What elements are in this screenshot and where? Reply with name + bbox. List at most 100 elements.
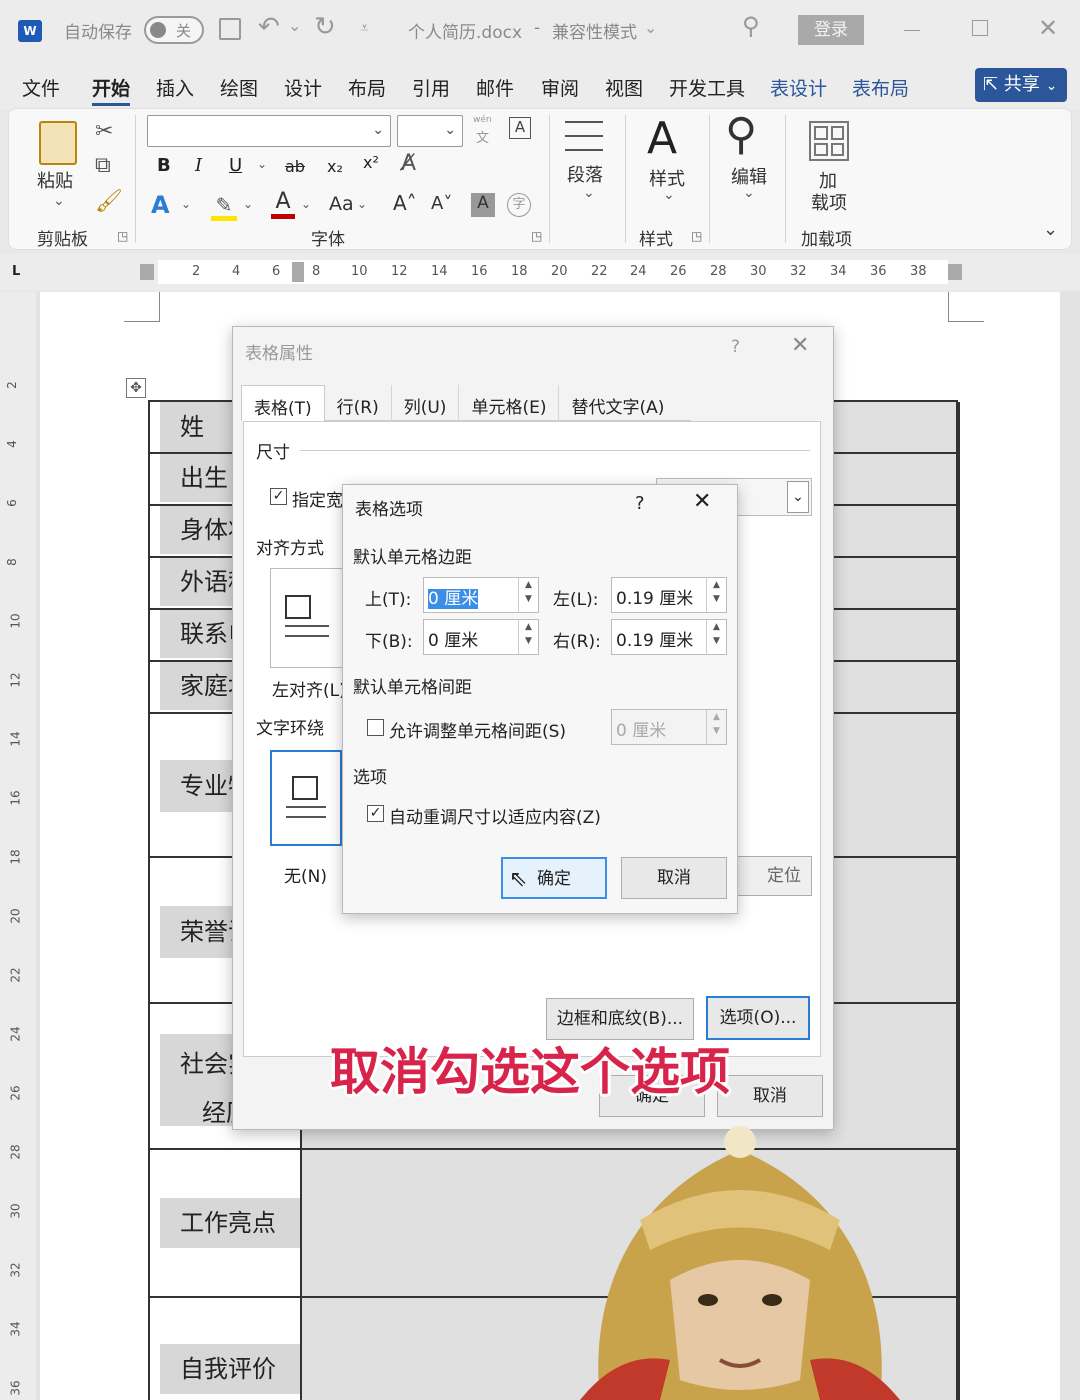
- help-icon[interactable]: ?: [731, 337, 740, 357]
- redo-icon[interactable]: ↻: [314, 12, 336, 42]
- grow-font-button[interactable]: A˄: [393, 191, 417, 215]
- share-button[interactable]: ⇱ 共享 ⌄: [975, 68, 1067, 102]
- align-left-option[interactable]: [270, 568, 346, 668]
- change-case-button[interactable]: Aa: [329, 193, 354, 215]
- shrink-font-button[interactable]: A˅: [431, 193, 452, 214]
- tab-developer[interactable]: 开发工具: [669, 74, 745, 101]
- vertical-ruler[interactable]: 2 4 6 8 10 12 14 16 18 20 22 24 26 28 30 32 34 36: [0, 292, 36, 1400]
- cancel-button[interactable]: 取消: [621, 857, 727, 899]
- maximize-icon[interactable]: [972, 20, 988, 36]
- chevron-down-icon[interactable]: ⌄: [743, 185, 755, 201]
- tab-file[interactable]: 文件: [22, 74, 60, 101]
- login-button[interactable]: 登录: [798, 15, 864, 45]
- font-name-dropdown[interactable]: ⌄: [147, 115, 391, 147]
- tab-layout[interactable]: 布局: [348, 74, 386, 101]
- undo-dropdown-icon[interactable]: ⌄: [288, 16, 301, 35]
- cut-icon[interactable]: ✂: [95, 119, 113, 144]
- paragraph-button[interactable]: 段落: [567, 161, 603, 187]
- chevron-down-icon[interactable]: ⌄: [663, 187, 675, 203]
- table-move-handle-icon[interactable]: ✥: [126, 378, 146, 398]
- tab-alt-text[interactable]: 替代文字(A): [559, 385, 676, 421]
- text-effects-icon[interactable]: A: [151, 191, 170, 219]
- tab-draw[interactable]: 绘图: [220, 74, 258, 101]
- tab-table-design[interactable]: 表设计: [770, 74, 827, 101]
- tab-view[interactable]: 视图: [605, 74, 643, 101]
- styles-launcher-icon[interactable]: ◳: [691, 229, 702, 243]
- tab-row[interactable]: 行(R): [325, 385, 392, 421]
- tab-review[interactable]: 审阅: [541, 74, 579, 101]
- paste-icon[interactable]: [39, 121, 77, 165]
- addins-icon[interactable]: [809, 121, 849, 161]
- quick-access-customize-icon[interactable]: ⩡: [360, 18, 369, 38]
- copy-icon[interactable]: ⧉: [95, 153, 111, 178]
- bottom-margin-input[interactable]: 0 厘米 ▲ ▼: [423, 619, 539, 655]
- collapse-ribbon-icon[interactable]: ⌄: [1043, 219, 1058, 240]
- font-color-icon[interactable]: A: [271, 189, 295, 219]
- character-border-icon[interactable]: A: [509, 117, 531, 139]
- paste-button[interactable]: 粘贴: [37, 167, 73, 193]
- ruler-indent-marker[interactable]: [292, 262, 304, 282]
- tab-column[interactable]: 列(U): [392, 385, 460, 421]
- specify-width-checkbox[interactable]: ✓: [270, 488, 287, 505]
- top-margin-spinner[interactable]: ▲ ▼: [518, 578, 538, 612]
- close-icon[interactable]: ✕: [791, 333, 809, 358]
- top-margin-input[interactable]: 0 厘米 ▲ ▼: [423, 577, 539, 613]
- styles-icon[interactable]: A: [647, 113, 677, 164]
- save-icon[interactable]: [219, 18, 241, 40]
- chevron-down-icon[interactable]: ⌄: [181, 197, 191, 211]
- text-lines-icon: [285, 625, 329, 637]
- font-size-dropdown[interactable]: ⌄: [397, 115, 463, 147]
- position-button[interactable]: 定位(P)...: [732, 856, 812, 896]
- chevron-down-icon[interactable]: ⌄: [357, 197, 367, 211]
- tab-table[interactable]: 表格(T): [241, 385, 325, 421]
- paste-chevron-icon[interactable]: ⌄: [53, 193, 65, 209]
- chevron-down-icon[interactable]: ⌄: [243, 197, 253, 211]
- undo-icon[interactable]: ↶: [258, 12, 280, 42]
- minimize-icon[interactable]: [904, 30, 920, 31]
- clear-formatting-icon[interactable]: A̸: [401, 151, 416, 176]
- superscript-button[interactable]: x²: [363, 153, 379, 172]
- underline-chevron-icon[interactable]: ⌄: [257, 157, 267, 171]
- tab-insert[interactable]: 插入: [156, 74, 194, 101]
- format-painter-icon[interactable]: 🖌: [95, 189, 123, 214]
- clipboard-launcher-icon[interactable]: ◳: [117, 229, 128, 243]
- chevron-down-icon[interactable]: ⌄: [583, 185, 595, 201]
- font-launcher-icon[interactable]: ◳: [531, 229, 542, 243]
- tab-mailings[interactable]: 邮件: [476, 74, 514, 101]
- tab-table-layout[interactable]: 表布局: [852, 74, 909, 101]
- strikethrough-button[interactable]: ab: [285, 157, 305, 176]
- chevron-down-icon[interactable]: ⌄: [301, 197, 311, 211]
- tab-design[interactable]: 设计: [284, 74, 322, 101]
- tab-home[interactable]: 开始: [92, 74, 131, 106]
- tab-cell[interactable]: 单元格(E): [459, 385, 560, 421]
- addins-button-line2[interactable]: 载项: [811, 189, 847, 215]
- allow-spacing-checkbox[interactable]: [367, 719, 384, 736]
- autofit-checkbox[interactable]: ✓: [367, 805, 384, 822]
- left-margin-input[interactable]: 0.19 厘米 ▲ ▼: [611, 577, 727, 613]
- subscript-button[interactable]: x₂: [327, 157, 343, 176]
- help-icon[interactable]: ?: [635, 493, 645, 514]
- close-icon[interactable]: ✕: [693, 489, 711, 514]
- autosave-toggle[interactable]: 关: [144, 16, 204, 44]
- left-margin-spinner[interactable]: ▲ ▼: [706, 578, 726, 612]
- compat-mode-label[interactable]: 兼容性模式: [552, 18, 637, 43]
- pinyin-guide-icon[interactable]: wén: [473, 115, 492, 125]
- italic-button[interactable]: I: [195, 155, 202, 176]
- right-margin-spinner[interactable]: ▲ ▼: [706, 620, 726, 654]
- underline-button[interactable]: U: [229, 155, 242, 176]
- character-shading-icon[interactable]: A: [471, 193, 495, 217]
- close-window-icon[interactable]: ✕: [1038, 14, 1058, 42]
- find-icon[interactable]: ⚲: [725, 109, 757, 160]
- highlight-color-icon[interactable]: ✎: [211, 193, 237, 221]
- wrap-none-option[interactable]: [270, 750, 342, 846]
- bottom-margin-spinner[interactable]: ▲ ▼: [518, 620, 538, 654]
- search-icon[interactable]: ⚲: [742, 12, 760, 40]
- paragraph-icon[interactable]: [565, 121, 603, 151]
- horizontal-ruler[interactable]: L 2 4 6 8 10 12 14 16 18 20 22 24 26 28 30 32 34 36 38: [0, 254, 1080, 290]
- enclose-characters-icon[interactable]: 字: [507, 193, 531, 217]
- pinyin-char: 文: [476, 131, 490, 146]
- right-margin-input[interactable]: 0.19 厘米 ▲ ▼: [611, 619, 727, 655]
- tab-stop-selector-icon[interactable]: L: [12, 264, 20, 279]
- tab-references[interactable]: 引用: [412, 74, 450, 101]
- bold-button[interactable]: B: [157, 155, 171, 176]
